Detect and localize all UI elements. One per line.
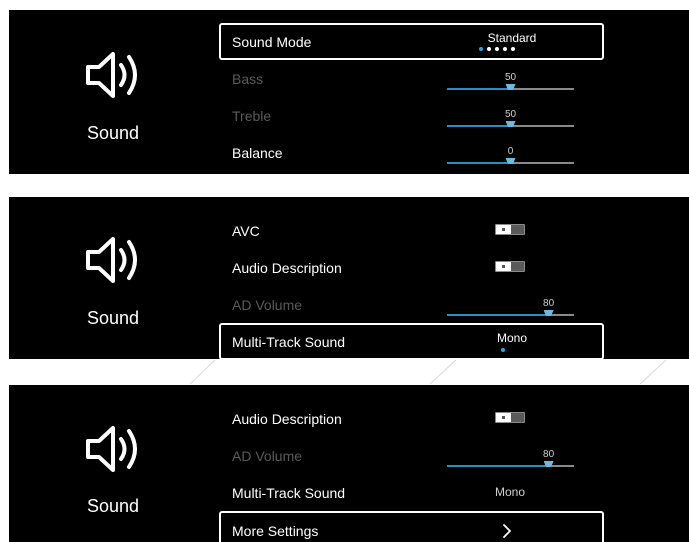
multi-track-sound-label: Multi-Track Sound xyxy=(232,484,346,501)
avc-row[interactable]: AVC xyxy=(219,212,604,249)
sound-category-label: Sound xyxy=(86,123,140,143)
treble-value: 50 xyxy=(504,109,517,120)
ad-volume-label: AD Volume xyxy=(232,447,303,464)
page: Sound Sound Mode Standard Bass 50 Treble… xyxy=(0,0,689,542)
ad-volume-value: 80 xyxy=(543,298,555,309)
chevron-right-icon xyxy=(503,524,511,538)
audio-description-toggle[interactable] xyxy=(495,261,525,272)
audio-description-row[interactable]: Audio Description xyxy=(219,400,604,437)
avc-toggle[interactable] xyxy=(495,224,525,235)
toggle-knob xyxy=(496,225,511,234)
bass-value: 50 xyxy=(504,72,517,83)
sound-category: Sound xyxy=(9,10,217,174)
multi-track-sound-value: Mono xyxy=(496,331,528,345)
sound-category-label: Sound xyxy=(86,496,140,516)
treble-label: Treble xyxy=(232,107,272,124)
sound-menu-panel-2: Sound AVC Audio Description AD Volume 80… xyxy=(9,197,689,359)
page-dot xyxy=(501,348,505,352)
sound-menu-panel-1: Sound Sound Mode Standard Bass 50 Treble… xyxy=(9,10,689,174)
page-dot xyxy=(487,47,491,51)
sound-mode-page-dots xyxy=(479,47,515,51)
slider-fill xyxy=(447,88,511,90)
more-settings-row[interactable]: More Settings xyxy=(219,511,604,542)
treble-slider[interactable]: 50 xyxy=(447,109,574,131)
multi-track-sound-value: Mono xyxy=(494,485,526,499)
ad-volume-label: AD Volume xyxy=(232,296,303,313)
toggle-knob xyxy=(496,262,511,271)
more-settings-label: More Settings xyxy=(232,523,319,539)
ad-volume-slider[interactable]: 80 xyxy=(447,298,574,320)
sound-category: Sound xyxy=(9,197,217,359)
slider-fill xyxy=(447,314,549,316)
page-dot xyxy=(495,47,499,51)
multi-track-sound-label: Multi-Track Sound xyxy=(232,333,346,350)
ad-volume-row[interactable]: AD Volume 80 xyxy=(219,437,604,474)
ad-volume-value: 80 xyxy=(543,449,555,460)
audio-description-row[interactable]: Audio Description xyxy=(219,249,604,286)
sound-mode-label: Sound Mode xyxy=(232,33,312,50)
balance-value: 0 xyxy=(507,146,514,157)
page-dot xyxy=(503,47,507,51)
ad-volume-slider[interactable]: 80 xyxy=(447,449,574,471)
page-dot xyxy=(511,47,515,51)
slider-fill xyxy=(447,162,511,164)
slider-fill xyxy=(447,125,511,127)
page-dot xyxy=(479,47,483,51)
speaker-icon xyxy=(86,426,137,472)
audio-description-toggle[interactable] xyxy=(495,412,525,423)
toggle-knob xyxy=(496,413,511,422)
ad-volume-row[interactable]: AD Volume 80 xyxy=(219,286,604,323)
sound-mode-value: Standard xyxy=(487,31,537,45)
avc-label: AVC xyxy=(232,222,260,239)
balance-slider[interactable]: 0 xyxy=(447,146,574,168)
sound-category: Sound xyxy=(9,385,217,542)
bass-row[interactable]: Bass 50 xyxy=(219,60,604,97)
audio-description-label: Audio Description xyxy=(232,259,342,276)
bass-slider[interactable]: 50 xyxy=(447,72,574,94)
sound-category-label: Sound xyxy=(86,308,140,328)
sound-menu-panel-3: Sound Audio Description AD Volume 80 Mul… xyxy=(9,385,689,542)
balance-row[interactable]: Balance 0 xyxy=(219,134,604,171)
sound-mode-row[interactable]: Sound Mode Standard xyxy=(219,23,604,60)
speaker-icon xyxy=(86,52,137,98)
multi-track-sound-row[interactable]: Multi-Track Sound Mono xyxy=(219,474,604,511)
bass-label: Bass xyxy=(232,70,264,87)
audio-description-label: Audio Description xyxy=(232,410,342,427)
slider-fill xyxy=(447,465,549,467)
balance-label: Balance xyxy=(232,144,283,161)
treble-row[interactable]: Treble 50 xyxy=(219,97,604,134)
speaker-icon xyxy=(86,237,137,283)
multi-track-sound-row[interactable]: Multi-Track Sound Mono xyxy=(219,323,604,359)
